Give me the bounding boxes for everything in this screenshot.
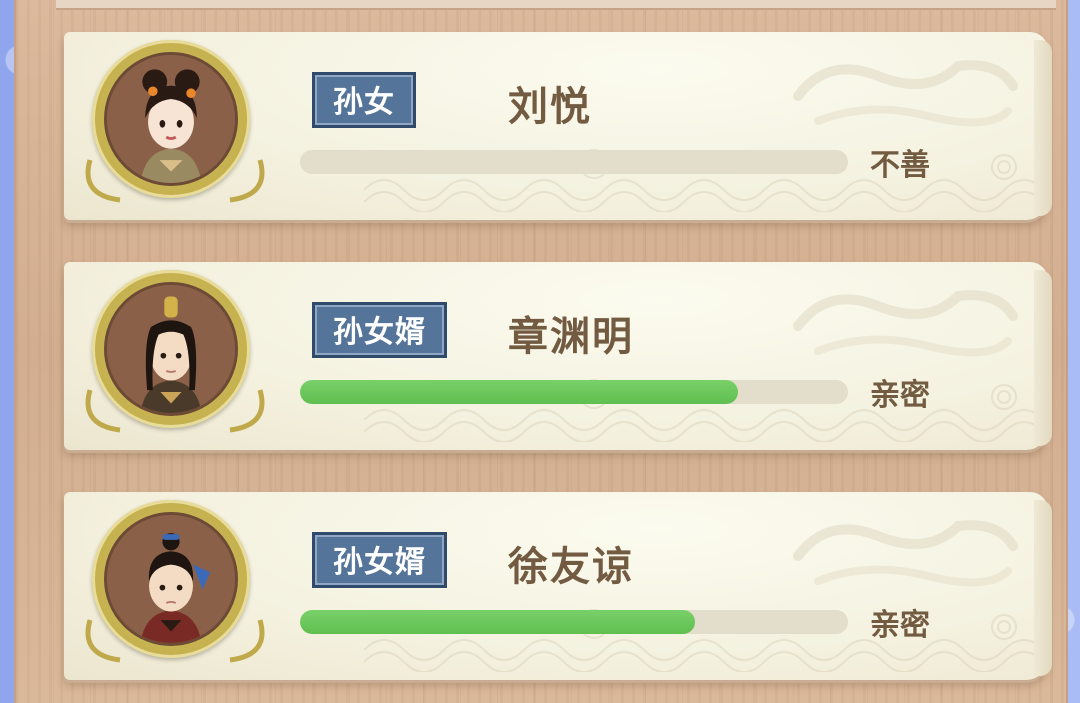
relative-card[interactable]: 孙女婿 徐友谅 亲密 xyxy=(64,492,1052,680)
avatar-frame xyxy=(85,270,265,433)
male-character-avatar-icon xyxy=(104,282,238,416)
affinity-bar-fill xyxy=(300,610,695,634)
cloud-swirl-decoration xyxy=(793,60,1018,127)
cloud-swirl-decoration xyxy=(793,290,1018,357)
character-name: 刘悦 xyxy=(508,84,592,130)
avatar-frame xyxy=(85,500,265,663)
relative-card[interactable]: 孙女 刘悦 不善 xyxy=(64,32,1052,220)
female-character-avatar-icon xyxy=(104,52,238,186)
affinity-bar xyxy=(300,380,848,404)
relative-card[interactable]: 孙女婿 章渊明 亲密 xyxy=(64,262,1052,450)
relation-tag: 孙女婿 xyxy=(312,532,447,588)
character-name: 章渊明 xyxy=(508,314,634,360)
relation-tag: 孙女婿 xyxy=(312,302,447,358)
male-character-avatar-icon xyxy=(104,512,238,646)
relationship-status: 不善 xyxy=(870,148,930,183)
avatar-frame xyxy=(85,40,265,203)
affinity-bar xyxy=(300,150,848,174)
character-name: 徐友谅 xyxy=(508,544,634,590)
affinity-bar-fill xyxy=(300,380,739,404)
board-top-edge xyxy=(56,0,1056,10)
cloud-swirl-decoration xyxy=(793,520,1018,587)
affinity-bar xyxy=(300,610,848,634)
wooden-board: 孙女 刘悦 不善 孙女婿 章渊明 亲密 孙女婿 徐友谅 亲密 xyxy=(14,0,1068,703)
relationship-status: 亲密 xyxy=(870,378,930,413)
relation-tag: 孙女 xyxy=(312,72,416,128)
relationship-status: 亲密 xyxy=(870,608,930,643)
